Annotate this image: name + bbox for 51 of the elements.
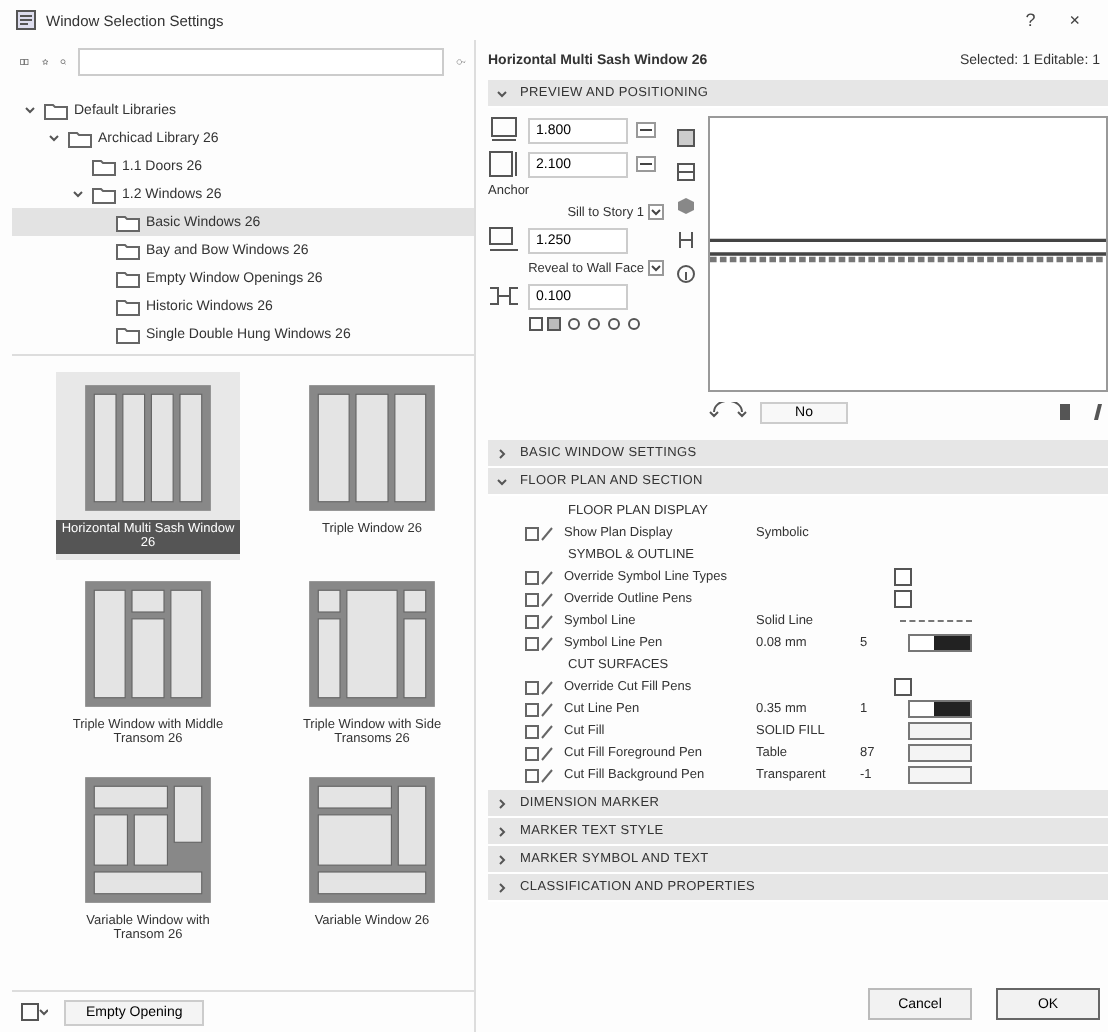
width-icon [488,116,520,144]
pen-swatch[interactable] [908,700,972,718]
line-pen-icon [524,589,556,609]
folder-icon [44,101,68,119]
search-field[interactable] [78,48,445,76]
pen-swatch[interactable] [908,634,972,652]
folder-icon [116,241,140,259]
line-type-swatch[interactable] [900,620,972,622]
line-pen-icon [524,699,556,719]
window-preview-drawing [308,776,436,904]
folder-icon [116,297,140,315]
window-preview-drawing [308,580,436,708]
fill-swatch[interactable] [908,722,972,740]
3d-icon[interactable] [676,196,696,216]
plan-icon[interactable] [676,162,696,182]
line-pen-icon [524,765,556,785]
folder-icon [68,129,92,147]
info-icon[interactable] [676,264,696,284]
folder-icon [92,157,116,175]
line-pen-icon [524,633,556,653]
folder-icon [116,325,140,343]
line-pen-icon [524,567,556,587]
folder-icon [116,269,140,287]
checkbox[interactable] [894,590,912,608]
close-button[interactable]: × [1057,10,1092,30]
opening-icon[interactable] [20,1002,48,1022]
line-pen-icon [524,611,556,631]
reveal-icon [488,282,520,310]
help-button[interactable]: ? [1013,10,1048,30]
line-pen-icon [524,721,556,741]
view-icon[interactable] [676,128,696,148]
caret-icon[interactable] [648,260,664,276]
line-pen-icon [524,743,556,763]
line-pen-icon [524,523,556,543]
section-icon[interactable] [676,230,696,250]
fill-swatch[interactable] [908,766,972,784]
window-preview-drawing [84,384,212,512]
app-icon [16,10,36,30]
window-preview-drawing [84,776,212,904]
caret-icon[interactable] [648,204,664,220]
checkbox[interactable] [894,568,912,586]
fill-swatch[interactable] [908,744,972,762]
line-pen-icon [524,677,556,697]
folder-icon [92,185,116,203]
window-preview-drawing [308,384,436,512]
checkbox[interactable] [894,678,912,696]
window-preview-drawing [84,580,212,708]
folder-icon [116,213,140,231]
rotate-icon[interactable] [708,402,748,422]
sill-height-icon [488,226,520,254]
height-icon [488,150,520,178]
